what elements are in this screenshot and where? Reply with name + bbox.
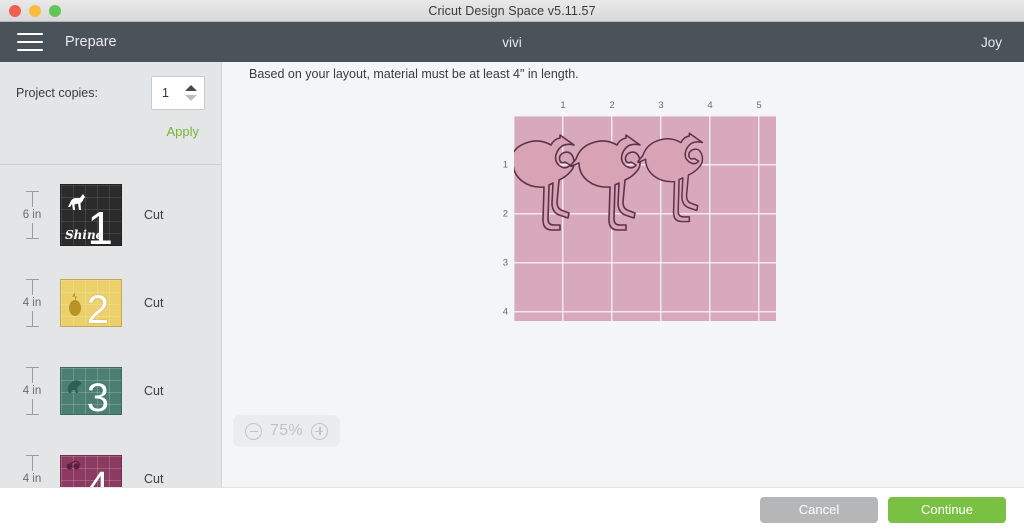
apply-row: Apply: [0, 124, 221, 154]
mat-sidebar: Project copies: 1 Apply 6 in 1 Shine Cut…: [0, 62, 222, 487]
flamingo-3[interactable]: [637, 132, 704, 223]
window-title: Cricut Design Space v5.11.57: [428, 3, 596, 18]
pineapple-silhouette-icon: [69, 292, 81, 316]
mat-operation-label: Cut: [144, 384, 164, 398]
ruler-v-tick: 4: [502, 306, 508, 318]
application-window: Cricut Design Space v5.11.57 Prepare viv…: [0, 0, 1024, 531]
mat-number: 3: [86, 376, 109, 415]
hamburger-menu-icon[interactable]: [17, 33, 43, 51]
dinosaur-silhouette-icon: [67, 380, 82, 393]
mat-shapes-layer: [514, 132, 704, 231]
mat-length-indicator: 4 in: [14, 279, 50, 327]
footer-bar: Cancel Continue: [0, 487, 1024, 531]
ruler-h-tick: 3: [658, 100, 664, 111]
flamingo-2[interactable]: [569, 134, 641, 231]
project-copies-label: Project copies:: [16, 86, 98, 100]
horizontal-ruler: 1 2 3 4 5: [514, 100, 776, 116]
ruler-h-tick: 4: [707, 100, 713, 111]
mat-length-indicator: 4 in: [14, 367, 50, 415]
cutting-mat[interactable]: [514, 116, 776, 321]
mat-list-item[interactable]: 4 in 4 Cut: [0, 435, 221, 487]
flamingo-1[interactable]: [514, 134, 575, 231]
ruler-h-tick: 1: [560, 100, 566, 111]
project-copies-stepper[interactable]: 1: [151, 76, 205, 110]
mat-length-indicator: 6 in: [14, 191, 50, 239]
window-titlebar: Cricut Design Space v5.11.57: [0, 0, 1024, 22]
stepper-arrows: [185, 77, 197, 109]
project-copies-value[interactable]: 1: [152, 86, 169, 100]
mat-number: 4: [86, 464, 109, 487]
layout-message: Based on your layout, material must be a…: [249, 67, 579, 81]
project-name: vivi: [502, 34, 522, 50]
mat-thumbnail[interactable]: 1 Shine: [60, 184, 122, 246]
ruler-h-tick: 5: [756, 100, 762, 111]
mat-length-indicator: 4 in: [14, 455, 50, 487]
stepper-decrement-icon[interactable]: [185, 95, 197, 101]
app-header: Prepare vivi Joy: [0, 22, 1024, 62]
zoom-in-icon[interactable]: [310, 422, 328, 440]
stepper-increment-icon[interactable]: [185, 85, 197, 91]
mat-list-item[interactable]: 6 in 1 Shine Cut: [0, 171, 221, 259]
mat-list-item[interactable]: 4 in 2 Cut: [0, 259, 221, 347]
continue-button[interactable]: Continue: [888, 496, 1006, 523]
cherries-silhouette-icon: [66, 460, 81, 470]
mat-thumbnail[interactable]: 3: [60, 367, 122, 415]
ruler-v-tick: 2: [502, 208, 508, 220]
zoom-control: 75%: [233, 415, 340, 447]
ruler-v-tick: 3: [502, 257, 508, 269]
vertical-ruler: 1 2 3 4: [468, 116, 508, 321]
mat-operation-label: Cut: [144, 208, 164, 222]
zoom-out-icon[interactable]: [245, 422, 262, 440]
mat-operation-label: Cut: [144, 296, 164, 310]
ruler-h-tick: 2: [609, 100, 615, 111]
header-section-label: Prepare: [65, 34, 117, 50]
apply-button[interactable]: Apply: [166, 124, 199, 154]
mat-art-script: Shine: [65, 228, 104, 242]
mat-thumbnail[interactable]: 4: [60, 455, 122, 487]
mat-list-item[interactable]: 4 in 3 Cut: [0, 347, 221, 435]
mat-operation-label: Cut: [144, 472, 164, 486]
mat-number: 2: [86, 288, 109, 327]
mat-list: 6 in 1 Shine Cut 4 in 2 Cut 4 in 3 Cut 4…: [0, 165, 221, 487]
mat-length-label: 4 in: [22, 297, 42, 309]
mat-thumbnail[interactable]: 2: [60, 279, 122, 327]
mat-length-label: 4 in: [22, 473, 42, 485]
ruler-v-tick: 1: [502, 159, 508, 171]
mat-preview-area: Based on your layout, material must be a…: [223, 62, 1024, 487]
cancel-button[interactable]: Cancel: [760, 496, 878, 523]
machine-selector[interactable]: Joy: [981, 35, 1002, 50]
project-copies-row: Project copies: 1: [0, 62, 221, 124]
mat-length-label: 6 in: [22, 209, 42, 221]
mat-length-label: 4 in: [22, 385, 42, 397]
zoom-level-value: 75%: [270, 422, 303, 439]
